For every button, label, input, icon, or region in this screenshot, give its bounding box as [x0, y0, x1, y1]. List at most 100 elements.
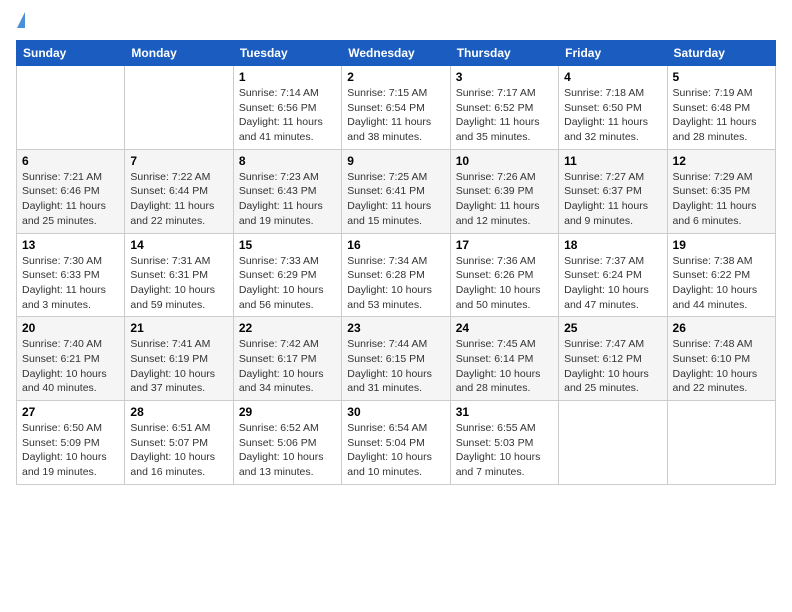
day-number: 29: [239, 405, 336, 419]
day-number: 14: [130, 238, 227, 252]
day-info: Sunrise: 7:47 AM Sunset: 6:12 PM Dayligh…: [564, 337, 661, 396]
calendar-cell: [125, 66, 233, 150]
calendar-cell: 30 Sunrise: 6:54 AM Sunset: 5:04 PM Dayli…: [342, 401, 450, 485]
day-info: Sunrise: 7:45 AM Sunset: 6:14 PM Dayligh…: [456, 337, 553, 396]
day-number: 24: [456, 321, 553, 335]
day-info: Sunrise: 7:21 AM Sunset: 6:46 PM Dayligh…: [22, 170, 119, 229]
calendar-week-row: 27 Sunrise: 6:50 AM Sunset: 5:09 PM Dayli…: [17, 401, 776, 485]
day-number: 28: [130, 405, 227, 419]
day-info: Sunrise: 7:19 AM Sunset: 6:48 PM Dayligh…: [673, 86, 770, 145]
weekday-header: Tuesday: [233, 41, 341, 66]
calendar-week-row: 1 Sunrise: 7:14 AM Sunset: 6:56 PM Daylig…: [17, 66, 776, 150]
calendar-cell: 9 Sunrise: 7:25 AM Sunset: 6:41 PM Daylig…: [342, 149, 450, 233]
calendar-cell: [559, 401, 667, 485]
day-info: Sunrise: 7:18 AM Sunset: 6:50 PM Dayligh…: [564, 86, 661, 145]
weekday-header: Sunday: [17, 41, 125, 66]
logo-triangle-icon: [17, 12, 25, 28]
day-info: Sunrise: 6:55 AM Sunset: 5:03 PM Dayligh…: [456, 421, 553, 480]
day-number: 19: [673, 238, 770, 252]
calendar-week-row: 6 Sunrise: 7:21 AM Sunset: 6:46 PM Daylig…: [17, 149, 776, 233]
weekday-header: Wednesday: [342, 41, 450, 66]
calendar-cell: 16 Sunrise: 7:34 AM Sunset: 6:28 PM Dayli…: [342, 233, 450, 317]
day-number: 5: [673, 70, 770, 84]
day-number: 11: [564, 154, 661, 168]
day-number: 26: [673, 321, 770, 335]
day-info: Sunrise: 7:14 AM Sunset: 6:56 PM Dayligh…: [239, 86, 336, 145]
weekday-header: Monday: [125, 41, 233, 66]
day-number: 12: [673, 154, 770, 168]
day-info: Sunrise: 6:54 AM Sunset: 5:04 PM Dayligh…: [347, 421, 444, 480]
calendar-header: SundayMondayTuesdayWednesdayThursdayFrid…: [17, 41, 776, 66]
day-number: 16: [347, 238, 444, 252]
calendar-cell: 3 Sunrise: 7:17 AM Sunset: 6:52 PM Daylig…: [450, 66, 558, 150]
calendar-cell: [17, 66, 125, 150]
day-number: 27: [22, 405, 119, 419]
calendar-body: 1 Sunrise: 7:14 AM Sunset: 6:56 PM Daylig…: [17, 66, 776, 485]
calendar-cell: 1 Sunrise: 7:14 AM Sunset: 6:56 PM Daylig…: [233, 66, 341, 150]
day-info: Sunrise: 7:26 AM Sunset: 6:39 PM Dayligh…: [456, 170, 553, 229]
calendar-cell: 13Sunrise: 7:30 AM Sunset: 6:33 PM Dayli…: [17, 233, 125, 317]
day-number: 7: [130, 154, 227, 168]
day-info: Sunrise: 7:23 AM Sunset: 6:43 PM Dayligh…: [239, 170, 336, 229]
calendar-cell: 7 Sunrise: 7:22 AM Sunset: 6:44 PM Daylig…: [125, 149, 233, 233]
calendar-cell: 28 Sunrise: 6:51 AM Sunset: 5:07 PM Dayli…: [125, 401, 233, 485]
calendar-cell: 24 Sunrise: 7:45 AM Sunset: 6:14 PM Dayli…: [450, 317, 558, 401]
day-number: 2: [347, 70, 444, 84]
day-number: 6: [22, 154, 119, 168]
day-info: Sunrise: 7:48 AM Sunset: 6:10 PM Dayligh…: [673, 337, 770, 396]
day-info: Sunrise: 7:17 AM Sunset: 6:52 PM Dayligh…: [456, 86, 553, 145]
day-info: Sunrise: 7:38 AM Sunset: 6:22 PM Dayligh…: [673, 254, 770, 313]
calendar-cell: 15Sunrise: 7:33 AM Sunset: 6:29 PM Dayli…: [233, 233, 341, 317]
day-info: Sunrise: 7:22 AM Sunset: 6:44 PM Dayligh…: [130, 170, 227, 229]
day-number: 25: [564, 321, 661, 335]
calendar-cell: 23 Sunrise: 7:44 AM Sunset: 6:15 PM Dayli…: [342, 317, 450, 401]
weekday-header: Friday: [559, 41, 667, 66]
weekday-header: Thursday: [450, 41, 558, 66]
calendar-cell: 10 Sunrise: 7:26 AM Sunset: 6:39 PM Dayli…: [450, 149, 558, 233]
day-number: 8: [239, 154, 336, 168]
calendar-cell: 25 Sunrise: 7:47 AM Sunset: 6:12 PM Dayli…: [559, 317, 667, 401]
day-info: Sunrise: 7:31 AM Sunset: 6:31 PM Dayligh…: [130, 254, 227, 313]
day-number: 17: [456, 238, 553, 252]
calendar-week-row: 20 Sunrise: 7:40 AM Sunset: 6:21 PM Dayli…: [17, 317, 776, 401]
calendar-cell: 5 Sunrise: 7:19 AM Sunset: 6:48 PM Daylig…: [667, 66, 775, 150]
calendar-table: SundayMondayTuesdayWednesdayThursdayFrid…: [16, 40, 776, 485]
day-number: 22: [239, 321, 336, 335]
calendar-cell: 20 Sunrise: 7:40 AM Sunset: 6:21 PM Dayli…: [17, 317, 125, 401]
calendar-cell: 17 Sunrise: 7:36 AM Sunset: 6:26 PM Dayli…: [450, 233, 558, 317]
day-number: 4: [564, 70, 661, 84]
day-number: 21: [130, 321, 227, 335]
day-info: Sunrise: 7:34 AM Sunset: 6:28 PM Dayligh…: [347, 254, 444, 313]
day-info: Sunrise: 7:37 AM Sunset: 6:24 PM Dayligh…: [564, 254, 661, 313]
calendar-cell: 11Sunrise: 7:27 AM Sunset: 6:37 PM Dayli…: [559, 149, 667, 233]
calendar-cell: 27 Sunrise: 6:50 AM Sunset: 5:09 PM Dayli…: [17, 401, 125, 485]
day-number: 1: [239, 70, 336, 84]
calendar-cell: 21Sunrise: 7:41 AM Sunset: 6:19 PM Dayli…: [125, 317, 233, 401]
day-info: Sunrise: 7:25 AM Sunset: 6:41 PM Dayligh…: [347, 170, 444, 229]
day-info: Sunrise: 7:15 AM Sunset: 6:54 PM Dayligh…: [347, 86, 444, 145]
day-info: Sunrise: 6:52 AM Sunset: 5:06 PM Dayligh…: [239, 421, 336, 480]
calendar-cell: [667, 401, 775, 485]
calendar-cell: 2 Sunrise: 7:15 AM Sunset: 6:54 PM Daylig…: [342, 66, 450, 150]
calendar-cell: 8 Sunrise: 7:23 AM Sunset: 6:43 PM Daylig…: [233, 149, 341, 233]
calendar-cell: 31Sunrise: 6:55 AM Sunset: 5:03 PM Dayli…: [450, 401, 558, 485]
day-info: Sunrise: 6:50 AM Sunset: 5:09 PM Dayligh…: [22, 421, 119, 480]
calendar-cell: 6 Sunrise: 7:21 AM Sunset: 6:46 PM Daylig…: [17, 149, 125, 233]
calendar-cell: 22Sunrise: 7:42 AM Sunset: 6:17 PM Dayli…: [233, 317, 341, 401]
day-number: 30: [347, 405, 444, 419]
calendar-cell: 12 Sunrise: 7:29 AM Sunset: 6:35 PM Dayli…: [667, 149, 775, 233]
day-info: Sunrise: 6:51 AM Sunset: 5:07 PM Dayligh…: [130, 421, 227, 480]
day-number: 10: [456, 154, 553, 168]
page-header: [16, 16, 776, 28]
day-number: 3: [456, 70, 553, 84]
day-info: Sunrise: 7:40 AM Sunset: 6:21 PM Dayligh…: [22, 337, 119, 396]
logo: [16, 16, 25, 28]
day-info: Sunrise: 7:36 AM Sunset: 6:26 PM Dayligh…: [456, 254, 553, 313]
day-number: 20: [22, 321, 119, 335]
calendar-week-row: 13Sunrise: 7:30 AM Sunset: 6:33 PM Dayli…: [17, 233, 776, 317]
day-number: 9: [347, 154, 444, 168]
weekday-header: Saturday: [667, 41, 775, 66]
day-number: 23: [347, 321, 444, 335]
day-info: Sunrise: 7:44 AM Sunset: 6:15 PM Dayligh…: [347, 337, 444, 396]
day-info: Sunrise: 7:29 AM Sunset: 6:35 PM Dayligh…: [673, 170, 770, 229]
